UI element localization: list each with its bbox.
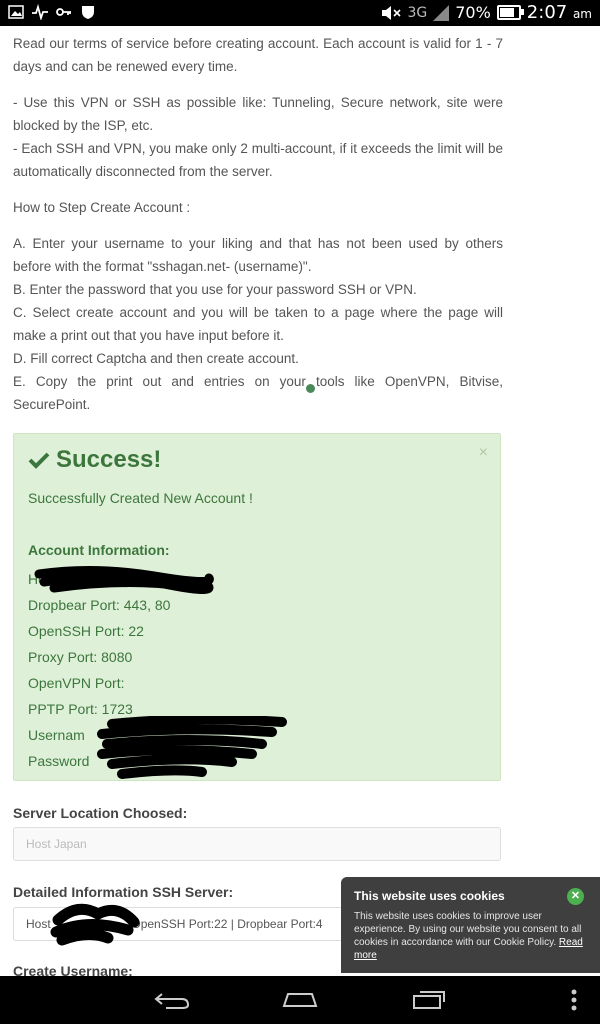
step-e: E. Copy the print out and entries on you…	[13, 374, 503, 412]
detailed-info-label: Detailed Information SSH Server:	[13, 884, 234, 900]
server-location-field[interactable]: Host Japan	[13, 827, 501, 861]
redaction-scribble-detail	[50, 903, 140, 946]
alert-message: Successfully Created New Account !	[28, 490, 253, 506]
key-icon	[56, 8, 71, 16]
status-bar: 3G 70% 2:07 am	[0, 0, 600, 26]
how-to-heading: How to Step Create Account :	[13, 200, 191, 215]
signal-icon	[433, 4, 450, 21]
step-d: D. Fill correct Captcha and then create …	[13, 351, 299, 366]
server-location-label: Server Location Choosed:	[13, 805, 188, 821]
recent-apps-icon[interactable]	[410, 986, 450, 1014]
notification-icons	[8, 4, 96, 20]
success-alert: Success! × Successfully Created New Acco…	[13, 433, 501, 781]
openssh-port-row: OpenSSH Port: 22	[28, 623, 144, 639]
detailed-info-suffix: OpenSSH Port:22 | Dropbear Port:4	[131, 917, 323, 931]
pulse-icon	[32, 4, 48, 20]
cookie-banner: This website uses cookies This website u…	[341, 877, 600, 973]
terms-section: Read our terms of service before creatin…	[13, 26, 503, 416]
network-type: 3G	[407, 4, 428, 21]
proxy-port-row: Proxy Port: 8080	[28, 649, 133, 665]
overflow-menu-icon[interactable]	[568, 986, 580, 1014]
redaction-scribble-credentials	[97, 716, 287, 779]
terms-intro: Read our terms of service before creatin…	[13, 36, 503, 74]
cookie-title: This website uses cookies	[354, 889, 505, 903]
cookie-close-button[interactable]: ✕	[567, 888, 584, 905]
dropbear-port-row: Dropbear Port: 443, 80	[28, 597, 171, 613]
home-icon[interactable]	[280, 986, 320, 1014]
redaction-scribble-host	[34, 565, 214, 594]
terms-rule-1: - Use this VPN or SSH as possible like: …	[13, 95, 503, 133]
account-info-heading: Account Information:	[28, 542, 170, 558]
step-c: C. Select create account and you will be…	[13, 305, 503, 343]
terms-rule-2: - Each SSH and VPN, you make only 2 mult…	[13, 141, 503, 179]
shield-icon	[82, 6, 94, 19]
back-icon[interactable]	[152, 986, 192, 1014]
battery-percent: 70%	[455, 3, 491, 22]
clock: 2:07 am	[526, 2, 592, 23]
step-a: A. Enter your username to your liking an…	[13, 236, 503, 274]
cookie-body: This website uses cookies to improve use…	[354, 911, 583, 961]
system-nav-bar	[0, 976, 600, 1024]
image-icon	[8, 5, 24, 19]
battery-icon	[496, 5, 524, 20]
openvpn-port-row: OpenVPN Port:	[28, 675, 125, 691]
close-alert-button[interactable]: ×	[479, 444, 488, 462]
mute-icon	[382, 5, 402, 20]
detailed-info-prefix: Host	[26, 917, 51, 931]
alert-title: Success!	[28, 446, 161, 474]
touch-indicator	[306, 384, 315, 393]
check-icon	[28, 452, 50, 469]
step-b: B. Enter the password that you use for y…	[13, 282, 417, 297]
